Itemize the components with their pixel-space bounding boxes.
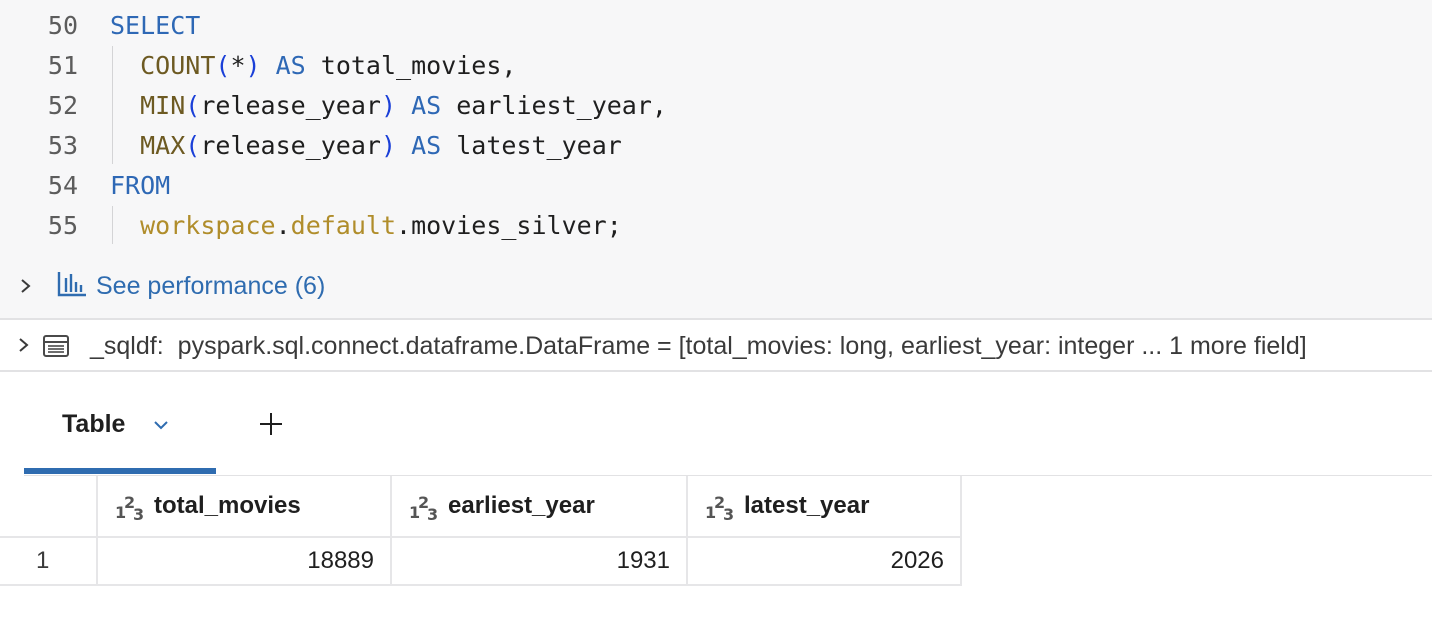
code-token: default xyxy=(290,211,396,240)
code-text: MAX(release_year) AS latest_year xyxy=(110,126,622,166)
performance-row[interactable]: See performance (6) xyxy=(0,266,1432,306)
line-number: 53 xyxy=(47,131,78,160)
code-text: FROM xyxy=(110,166,170,206)
indent-guide xyxy=(112,206,113,244)
dataframe-schema-row[interactable]: _sqldf: pyspark.sql.connect.dataframe.Dat… xyxy=(0,320,1432,370)
numeric-type-icon: 123 xyxy=(409,494,438,522)
table-cell[interactable]: 18889 xyxy=(96,536,392,586)
code-line[interactable]: 53 MAX(release_year) AS latest_year xyxy=(0,126,1432,166)
results-table: 123 total_movies 123 earliest_year 123 l… xyxy=(0,476,962,586)
column-header[interactable]: 123 total_movies xyxy=(96,476,392,538)
plus-icon[interactable] xyxy=(257,410,285,438)
table-cell[interactable]: 1931 xyxy=(390,536,688,586)
code-text: COUNT(*) AS total_movies, xyxy=(110,46,516,86)
code-line[interactable]: 51 COUNT(*) AS total_movies, xyxy=(0,46,1432,86)
code-token: SELECT xyxy=(110,11,201,40)
dataframe-type: pyspark.sql.connect.dataframe.DataFrame … xyxy=(177,332,1307,360)
code-token: release_year xyxy=(200,131,381,160)
chevron-down-icon[interactable] xyxy=(150,414,172,436)
code-line[interactable]: 55 workspace.default.movies_silver; xyxy=(0,206,1432,246)
svg-text:3: 3 xyxy=(723,505,734,522)
svg-text:3: 3 xyxy=(427,505,438,522)
svg-text:3: 3 xyxy=(133,505,144,522)
dataframe-variable: _sqldf: xyxy=(90,332,164,360)
tab-table[interactable]: Table xyxy=(24,372,216,476)
code-line[interactable]: 52 MIN(release_year) AS earliest_year, xyxy=(0,86,1432,126)
code-token: MAX xyxy=(140,131,186,160)
code-token: * xyxy=(230,51,246,80)
dataframe-schema-text: _sqldf: pyspark.sql.connect.dataframe.Dat… xyxy=(90,330,1307,362)
row-index: 1 xyxy=(0,536,98,586)
code-token: ) xyxy=(245,51,261,80)
code-token: FROM xyxy=(110,171,171,200)
see-performance-link[interactable]: See performance (6) xyxy=(96,270,325,302)
code-editor[interactable]: 50 SELECT 51 COUNT(*) AS total_movies, 52 M… xyxy=(0,0,1432,318)
code-token: . xyxy=(396,211,412,240)
row-index-header xyxy=(0,476,98,538)
code-text: workspace.default.movies_silver; xyxy=(110,206,622,246)
code-text: SELECT xyxy=(110,6,200,46)
column-header[interactable]: 123 latest_year xyxy=(686,476,962,538)
code-token: ( xyxy=(185,131,201,160)
code-token: ( xyxy=(215,51,231,80)
column-header-label: latest_year xyxy=(744,492,870,519)
code-token: movies_silver; xyxy=(411,211,622,240)
table-cell[interactable]: 2026 xyxy=(686,536,962,586)
table-row[interactable]: 1 18889 1931 2026 xyxy=(0,536,962,586)
indent-guide xyxy=(112,46,113,164)
table-icon xyxy=(43,335,69,357)
line-number: 55 xyxy=(47,211,78,240)
numeric-type-icon: 123 xyxy=(115,494,144,522)
result-tabs: Table xyxy=(0,372,1432,476)
code-token: release_year xyxy=(200,91,381,120)
code-text: MIN(release_year) AS earliest_year, xyxy=(110,86,667,126)
table-header-row: 123 total_movies 123 earliest_year 123 l… xyxy=(0,476,962,538)
code-token: ( xyxy=(185,91,201,120)
line-number: 52 xyxy=(47,91,78,120)
code-line[interactable]: 50 SELECT xyxy=(0,6,1432,46)
line-number: 50 xyxy=(47,11,78,40)
chevron-right-icon[interactable] xyxy=(14,335,34,355)
code-token: ) xyxy=(380,131,397,160)
line-number: 51 xyxy=(47,51,78,80)
column-header-label: earliest_year xyxy=(448,492,595,519)
line-number: 54 xyxy=(47,171,78,200)
code-token: AS xyxy=(260,51,321,80)
code-token: workspace xyxy=(140,211,276,240)
chevron-right-icon[interactable] xyxy=(16,276,36,296)
tab-table-label: Table xyxy=(62,410,126,438)
code-token: MIN xyxy=(140,91,186,120)
code-token: ) xyxy=(380,91,397,120)
code-token: total_movies, xyxy=(320,51,517,80)
code-line[interactable]: 54 FROM xyxy=(0,166,1432,206)
column-header-label: total_movies xyxy=(154,492,301,519)
code-token: COUNT xyxy=(140,51,216,80)
code-token: earliest_year, xyxy=(456,91,667,120)
code-token: latest_year xyxy=(456,131,622,160)
code-token: AS xyxy=(396,131,457,160)
active-tab-indicator xyxy=(24,468,216,474)
code-token: . xyxy=(275,211,291,240)
code-token: AS xyxy=(396,91,457,120)
bar-chart-icon xyxy=(57,272,86,297)
column-header[interactable]: 123 earliest_year xyxy=(390,476,688,538)
numeric-type-icon: 123 xyxy=(705,494,734,522)
